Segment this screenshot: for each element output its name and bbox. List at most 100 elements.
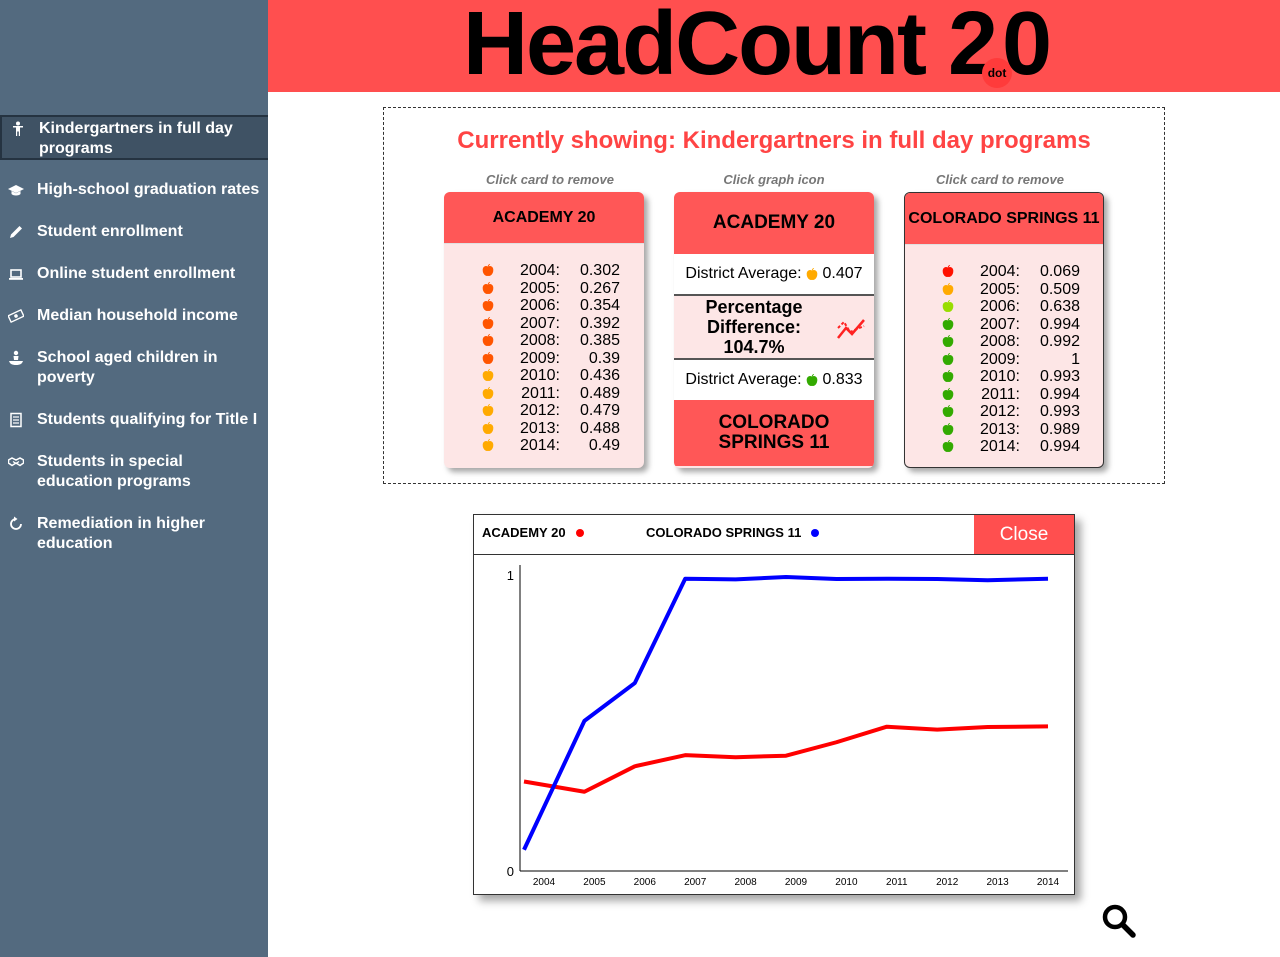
year-label: 2013: (979, 420, 1020, 438)
year-value: 0.994 (1039, 315, 1080, 333)
data-row: 2011: 0.994 (928, 386, 1080, 404)
year-label: 2011: (521, 384, 560, 402)
data-row: 2006: 0.354 (468, 297, 620, 315)
apple-icon (928, 368, 968, 386)
year-label: 2006: (979, 298, 1020, 315)
year-value: 0.385 (579, 332, 620, 349)
apple-icon (468, 350, 508, 368)
district-average-bottom: District Average: 0.833 (674, 358, 874, 400)
child-icon (2, 119, 39, 139)
apple-icon (468, 297, 508, 315)
apple-icon (468, 420, 508, 438)
legend-label: COLORADO SPRINGS 11 (646, 525, 802, 540)
header: HeadCount 2dot0 (268, 0, 1280, 94)
x-tick-label: 2011 (886, 877, 908, 888)
comparison-card: ACADEMY 20 District Average: 0.407 Perce… (674, 192, 874, 468)
graduation-cap-icon (0, 180, 37, 200)
hint-left: Click card to remove (486, 172, 614, 187)
year-value: 0.994 (1039, 385, 1080, 403)
district-card-right[interactable]: COLORADO SPRINGS 11 2004: 0.069 2005: 0.509… (904, 192, 1104, 468)
year-label: 2007: (979, 315, 1020, 333)
search-icon[interactable] (1101, 903, 1137, 939)
data-row: 2010: 0.436 (468, 367, 620, 385)
district-card-left[interactable]: ACADEMY 20 2004: 0.302 2005: 0.267 2006: 0.35… (444, 192, 644, 468)
data-row: 2009: 0.39 (468, 350, 620, 368)
data-row: 2012: 0.993 (928, 403, 1080, 421)
year-value: 0.488 (579, 419, 620, 437)
year-value: 0.638 (1039, 298, 1080, 315)
year-label: 2009: (979, 350, 1020, 368)
sidebar-item-label: Remediation in higher education (37, 515, 206, 552)
sidebar-item[interactable]: Kindergartners in full day programs (0, 115, 268, 160)
sidebar-item-label: High-school graduation rates (37, 181, 260, 198)
close-button[interactable]: Close (974, 515, 1074, 554)
legend-item: ACADEMY 20 (482, 525, 584, 540)
year-label: 2006: (519, 297, 560, 314)
sidebar-item[interactable]: Online student enrollment (0, 264, 268, 284)
sidebar-item[interactable]: High-school graduation rates (0, 180, 268, 200)
sidebar-item[interactable]: Remediation in higher education (0, 514, 268, 554)
x-tick-label: 2006 (634, 877, 657, 888)
sidebar-item[interactable]: School aged children in poverty (0, 348, 268, 388)
avg-value: 0.407 (822, 265, 863, 282)
data-row: 2005: 0.267 (468, 280, 620, 298)
logo-main: HeadCount 2 (463, 0, 998, 94)
pct-line1: Percentage (705, 297, 803, 317)
sidebar-item[interactable]: Student enrollment (0, 222, 268, 242)
comparison-panel: Currently showing: Kindergartners in ful… (383, 107, 1165, 484)
avg-label: District Average: (685, 265, 802, 282)
year-value: 0.479 (579, 402, 620, 419)
data-row: 2013: 0.488 (468, 420, 620, 438)
series-line (523, 724, 1049, 794)
apple-icon (468, 315, 508, 333)
compare-top-title: ACADEMY 20 (674, 192, 874, 254)
year-value: 0.436 (579, 367, 620, 384)
sidebar-item-label: Kindergartners in full day programs (39, 120, 233, 157)
money-icon (0, 306, 37, 326)
sidebar-item[interactable]: Median household income (0, 306, 268, 326)
series-line (522, 575, 1049, 851)
year-label: 2014: (979, 438, 1020, 455)
x-tick-label: 2010 (835, 877, 858, 888)
district-average-top: District Average: 0.407 (674, 254, 874, 296)
refresh-icon (0, 514, 37, 534)
year-label: 2012: (519, 402, 560, 419)
line-chart: 1 0 2004 2005 2006 2007 2008 2009 2010 2011 2012 20… (507, 565, 1068, 888)
handshake-icon (0, 452, 37, 472)
x-tick-label: 2009 (785, 877, 808, 888)
year-value: 0.302 (579, 262, 620, 279)
apple-icon (928, 316, 968, 334)
percentage-difference: Percentage Difference: 104.7% (674, 296, 874, 358)
y-tick-label: 1 (507, 568, 514, 583)
year-value: 0.39 (588, 349, 620, 367)
avg-value: 0.833 (822, 371, 863, 388)
sidebar-item[interactable]: Students in special education programs (0, 452, 268, 492)
card-data-table: 2004: 0.069 2005: 0.509 2006: 0.638 2007: 0.994… (928, 263, 1080, 456)
apple-icon (928, 421, 968, 439)
data-row: 2012: 0.479 (468, 402, 620, 420)
year-label: 2014: (519, 437, 560, 454)
data-row: 2008: 0.992 (928, 333, 1080, 351)
year-label: 2007: (519, 314, 560, 332)
apple-icon (468, 402, 508, 420)
sidebar: Kindergartners in full day programs High-… (0, 0, 268, 957)
apple-icon (468, 385, 508, 403)
compare-bottom-title: COLORADO SPRINGS 11 (674, 400, 874, 466)
year-label: 2005: (519, 279, 560, 297)
data-row: 2013: 0.989 (928, 421, 1080, 439)
hint-middle: Click graph icon (723, 172, 825, 187)
apple-icon (928, 298, 968, 316)
apple-icon (928, 403, 968, 421)
apple-icon (468, 367, 508, 385)
year-label: 2008: (519, 332, 560, 349)
graph-icon[interactable] (836, 314, 868, 340)
sidebar-item[interactable]: Students qualifying for Title I (0, 410, 268, 430)
apple-icon (928, 263, 968, 281)
document-icon (0, 410, 37, 430)
data-row: 2008: 0.385 (468, 332, 620, 350)
apple-icon (468, 437, 508, 455)
year-label: 2010: (519, 367, 560, 384)
data-row: 2014: 0.49 (468, 437, 620, 455)
data-row: 2007: 0.392 (468, 315, 620, 333)
data-row: 2005: 0.509 (928, 281, 1080, 299)
